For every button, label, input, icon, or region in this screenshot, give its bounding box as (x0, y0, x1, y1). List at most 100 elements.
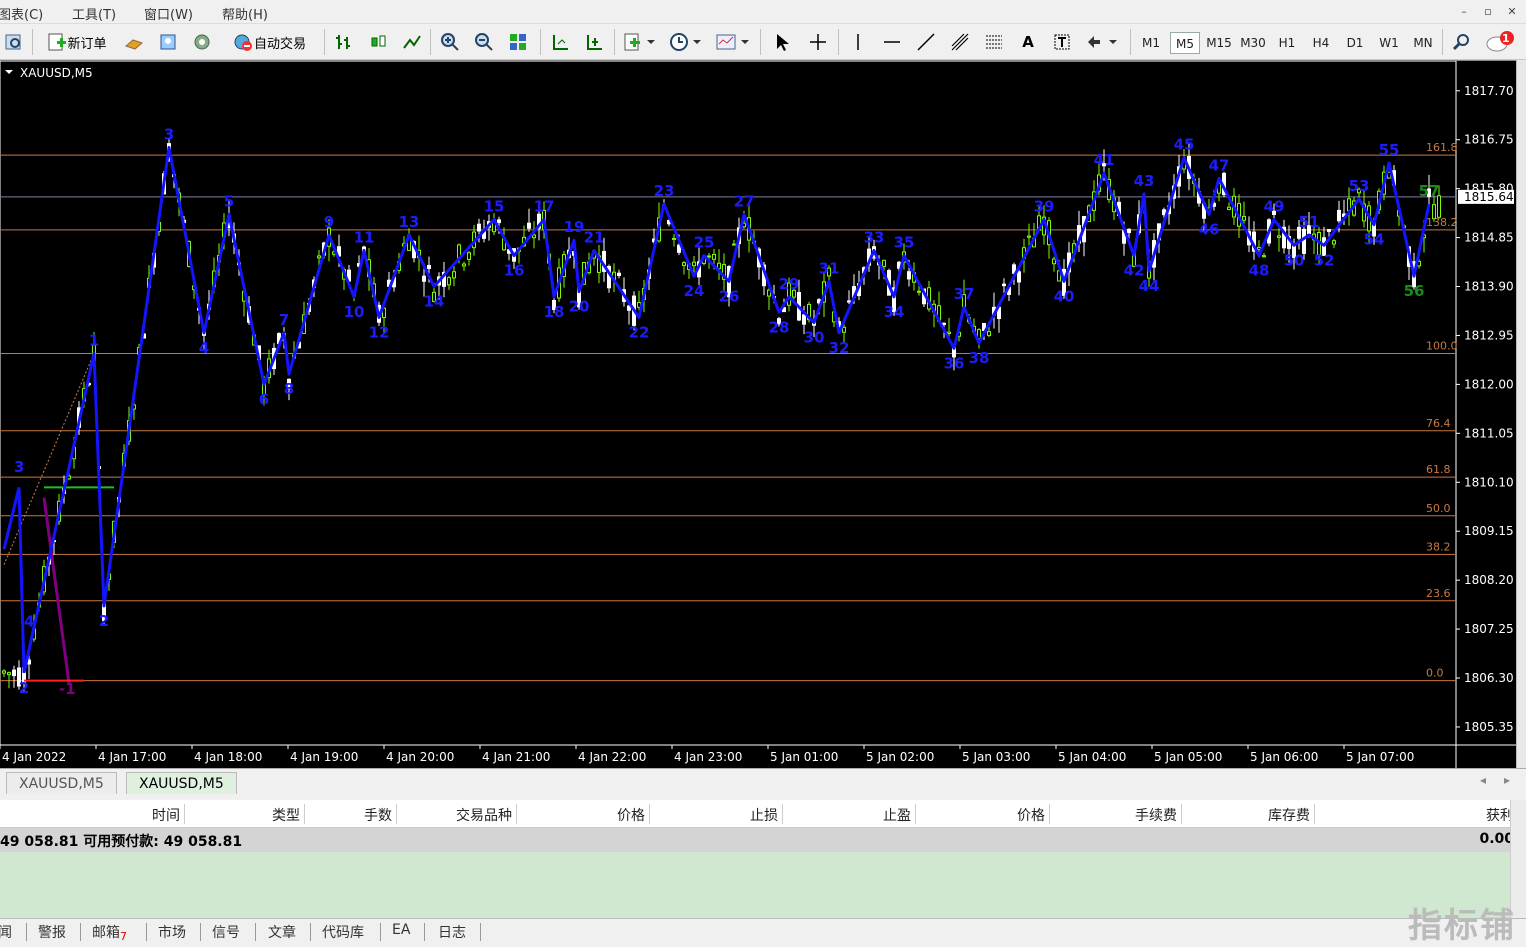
search-icon[interactable] (1450, 30, 1474, 54)
wave-point-label: 3 (164, 125, 174, 143)
print-preview-icon[interactable] (2, 30, 26, 54)
wave-point-label: 36 (944, 354, 965, 372)
fib-level-label: 100.0 (1426, 339, 1458, 352)
chart-tab-2[interactable]: XAUUSD,M5 (126, 772, 237, 794)
symbol-dropdown-icon[interactable] (5, 70, 13, 74)
tab-news[interactable]: 闻 (0, 922, 12, 942)
timeframe-d1[interactable]: D1 (1340, 32, 1370, 54)
wave-point-label: 32 (829, 339, 850, 357)
chart-tab-1[interactable]: XAUUSD,M5 (6, 772, 117, 794)
fib-level-label: 76.4 (1426, 417, 1451, 430)
tile-windows-icon[interactable] (506, 30, 530, 54)
old-zigzag-line (2, 487, 26, 673)
candle-body (1277, 235, 1281, 238)
wave-point-label: 49 (1264, 198, 1285, 216)
wave-point-label: 29 (779, 275, 800, 293)
timeframe-m30[interactable]: M30 (1238, 32, 1268, 54)
column-header-0[interactable]: 时间 (152, 805, 180, 825)
tab-ea[interactable]: EA (392, 922, 410, 938)
timeframe-h1[interactable]: H1 (1272, 32, 1302, 54)
restore-button[interactable]: ▫ (1478, 3, 1498, 21)
tab-journal[interactable]: 日志 (438, 922, 466, 942)
new-order-button[interactable]: 新订单 (40, 30, 114, 54)
line-chart-icon[interactable] (400, 30, 424, 54)
gold-bars-icon[interactable] (122, 30, 146, 54)
wave-point-label: 26 (719, 287, 740, 305)
market-watch-icon[interactable] (156, 30, 180, 54)
wave-point-label: 53 (1349, 177, 1370, 195)
terminal-tabs: 闻 警报 邮箱7 市场 信号 文章 代码库 EA 日志 (0, 918, 1526, 944)
timeframe-m1[interactable]: M1 (1136, 32, 1166, 54)
timeframe-w1[interactable]: W1 (1374, 32, 1404, 54)
column-header-7[interactable]: 价格 (1017, 805, 1045, 825)
candlestick-icon[interactable] (366, 30, 390, 54)
candle-body (1227, 206, 1231, 210)
menu-window[interactable]: 窗口(W) (144, 4, 193, 23)
timeframe-m5[interactable]: M5 (1170, 32, 1200, 54)
candle-body (842, 326, 846, 333)
tab-code-base[interactable]: 代码库 (322, 922, 364, 942)
text-tool-icon[interactable]: A (1016, 30, 1040, 54)
minimize-button[interactable]: – (1454, 3, 1474, 21)
tab-scroll-left-icon[interactable]: ◂ (1480, 773, 1486, 787)
column-header-2[interactable]: 手数 (364, 805, 392, 825)
new-order-label: 新订单 (67, 36, 107, 52)
fibonacci-icon[interactable] (982, 30, 1006, 54)
timeframe-mn[interactable]: MN (1408, 32, 1438, 54)
chart-scrollbar[interactable] (1516, 60, 1526, 768)
bar-chart-icon[interactable] (332, 30, 356, 54)
horizontal-line-icon[interactable] (880, 30, 904, 54)
time-tick-label: 4 Jan 21:00 (482, 750, 550, 764)
wave-point-label: 40 (1054, 287, 1075, 305)
templates-icon[interactable] (714, 30, 752, 54)
candle-body (917, 290, 921, 293)
tab-market[interactable]: 市场 (158, 922, 186, 942)
channel-icon[interactable] (948, 30, 972, 54)
arrows-icon[interactable] (1084, 30, 1120, 54)
menu-help[interactable]: 帮助(H) (222, 4, 268, 23)
wave-point-label: 9 (324, 213, 334, 231)
chart-window[interactable]: 1817.70 1816.75 1815.80 1814.85 1813.90 1812.… (0, 60, 1526, 769)
autoscroll-icon[interactable] (582, 30, 606, 54)
menu-chart[interactable]: 图表(C) (0, 4, 43, 23)
column-header-5[interactable]: 止损 (750, 805, 778, 825)
vertical-line-icon[interactable] (846, 30, 870, 54)
text-label-icon[interactable] (1050, 30, 1074, 54)
auto-trade-button[interactable]: 自动交易 (224, 30, 314, 54)
trendline-icon[interactable] (914, 30, 938, 54)
column-header-8[interactable]: 手续费 (1135, 805, 1177, 825)
tab-alerts[interactable]: 警报 (38, 922, 66, 942)
signals-icon[interactable] (190, 30, 214, 54)
menu-tools[interactable]: 工具(T) (72, 4, 116, 23)
price-chart[interactable]: 1817.701816.751815.801814.851813.901812.… (0, 61, 1516, 769)
zoom-out-icon[interactable] (472, 30, 496, 54)
candle-body (12, 669, 16, 677)
tab-mailbox[interactable]: 邮箱7 (92, 922, 127, 943)
watermark-logo: 指标铺 (1408, 906, 1516, 946)
column-header-9[interactable]: 库存费 (1268, 805, 1310, 825)
wave-point-label: 54 (1364, 231, 1385, 249)
period-clock-icon[interactable] (668, 30, 704, 54)
wave-label: -1 (59, 680, 76, 698)
close-button[interactable]: ✕ (1502, 3, 1522, 21)
column-header-4[interactable]: 价格 (617, 805, 645, 825)
timeframe-m15[interactable]: M15 (1204, 32, 1234, 54)
column-header-3[interactable]: 交易品种 (456, 805, 512, 825)
tab-articles[interactable]: 文章 (268, 922, 296, 942)
zoom-in-icon[interactable] (438, 30, 462, 54)
column-header-6[interactable]: 止盈 (883, 805, 911, 825)
tab-signals[interactable]: 信号 (212, 922, 240, 942)
timeframe-h4[interactable]: H4 (1306, 32, 1336, 54)
menu-bar: 图表(C) 工具(T) 窗口(W) 帮助(H) – ▫ ✕ (0, 0, 1526, 24)
wave-point-label: 46 (1199, 220, 1220, 238)
notifications-button[interactable]: 1 (1484, 30, 1518, 54)
crosshair-icon[interactable] (806, 30, 830, 54)
wave-point-label: 8 (284, 380, 294, 398)
price-tick-label: 1811.05 (1464, 426, 1514, 440)
candle-body (947, 331, 951, 335)
column-header-1[interactable]: 类型 (272, 805, 300, 825)
cursor-icon[interactable] (770, 30, 794, 54)
tab-scroll-right-icon[interactable]: ▸ (1504, 773, 1510, 787)
indicators-icon[interactable] (622, 30, 658, 54)
chart-shift-icon[interactable] (548, 30, 572, 54)
